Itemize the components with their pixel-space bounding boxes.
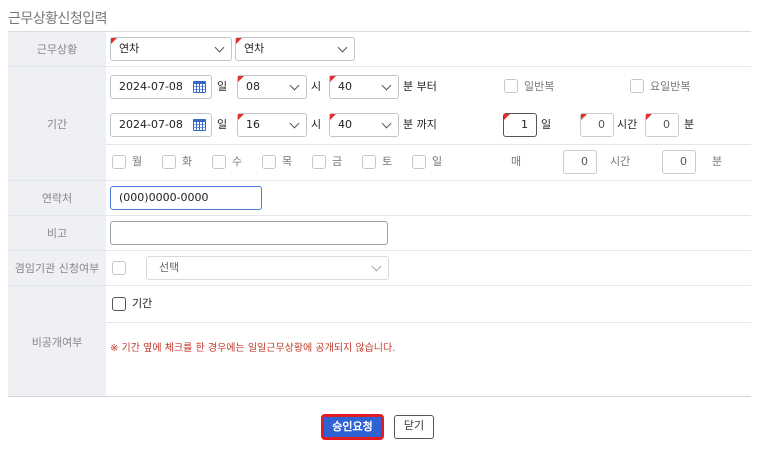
work-status-label: 근무상황 <box>8 32 106 66</box>
every-hours-input[interactable]: 0 <box>563 150 597 174</box>
start-hour-select[interactable]: 08 <box>237 75 307 99</box>
calendar-icon[interactable] <box>193 119 206 131</box>
daily-repeat-checkbox[interactable] <box>504 79 518 93</box>
every-label: 매 <box>511 155 522 168</box>
work-status-row: 근무상황 연차 연차 <box>8 32 751 67</box>
form-bottom-line <box>8 396 751 397</box>
weekday-label-tue: 화 <box>182 155 193 168</box>
total-days-input[interactable]: 1 <box>503 113 537 137</box>
end-minute-value: 40 <box>338 118 352 131</box>
calendar-icon[interactable] <box>193 81 206 93</box>
weekday-checkbox-sun[interactable] <box>412 155 426 169</box>
weekday-checkbox-fri[interactable] <box>312 155 326 169</box>
concurrent-select-value: 선택 <box>159 261 180 274</box>
chevron-down-icon <box>289 80 300 91</box>
work-status-form: 근무상황 연차 연차 기간 2024-07-08 일 08 시 40 분 부터 … <box>8 31 751 397</box>
period-divider <box>106 144 751 145</box>
period-label: 기간 <box>8 67 106 180</box>
start-date-value: 2024-07-08 <box>119 80 183 93</box>
concurrent-select[interactable]: 선택 <box>146 256 389 280</box>
weekday-label-thu: 목 <box>282 155 293 168</box>
total-minutes-unit: 분 <box>684 118 695 131</box>
daily-repeat-label: 일반복 <box>524 80 555 93</box>
end-minute-suffix: 분 까지 <box>403 118 437 131</box>
weekday-label-mon: 월 <box>132 155 143 168</box>
weekday-checkbox-mon[interactable] <box>112 155 126 169</box>
every-minutes-unit: 분 <box>712 155 723 168</box>
remark-row: 비고 <box>8 216 751 251</box>
end-day-unit: 일 <box>217 118 228 131</box>
private-notice: ※ 기간 옆에 체크를 한 경우에는 일일근무상황에 공개되지 않습니다. <box>110 343 396 354</box>
weekday-label-sun: 일 <box>432 155 443 168</box>
start-date-input[interactable]: 2024-07-08 <box>110 75 212 99</box>
private-period-checkbox[interactable] <box>112 297 126 311</box>
start-minute-value: 40 <box>338 80 352 93</box>
weekday-repeat-checkbox[interactable] <box>630 79 644 93</box>
work-status-detail-value: 연차 <box>244 42 265 55</box>
end-minute-select[interactable]: 40 <box>329 113 399 137</box>
contact-row: 연락처 (000)0000-0000 <box>8 181 751 216</box>
chevron-down-icon <box>289 118 300 129</box>
end-hour-unit: 시 <box>311 118 322 131</box>
start-hour-unit: 시 <box>311 80 322 93</box>
end-date-value: 2024-07-08 <box>119 118 183 131</box>
every-minutes-input[interactable]: 0 <box>662 150 696 174</box>
chevron-down-icon <box>381 80 392 91</box>
start-day-unit: 일 <box>217 80 228 93</box>
weekday-checkbox-tue[interactable] <box>162 155 176 169</box>
weekday-label-fri: 금 <box>332 155 343 168</box>
weekday-repeat-label: 요일반복 <box>650 80 691 93</box>
concurrent-row: 겸임기관 신청여부 선택 <box>8 251 751 286</box>
end-date-input[interactable]: 2024-07-08 <box>110 113 212 137</box>
chevron-down-icon <box>337 42 348 53</box>
contact-input[interactable]: (000)0000-0000 <box>110 186 262 210</box>
remark-label: 비고 <box>8 216 106 250</box>
total-minutes-input[interactable]: 0 <box>645 113 679 137</box>
private-label: 비공개여부 <box>8 286 106 397</box>
start-minute-suffix: 분 부터 <box>403 80 437 93</box>
work-status-type-select[interactable]: 연차 <box>110 37 232 61</box>
total-days-unit: 일 <box>541 118 552 131</box>
total-hours-unit: 시간 <box>617 118 638 131</box>
period-row: 기간 2024-07-08 일 08 시 40 분 부터 일반복 요일반복 20… <box>8 67 751 181</box>
end-hour-select[interactable]: 16 <box>237 113 307 137</box>
weekday-checkbox-wed[interactable] <box>212 155 226 169</box>
every-hours-unit: 시간 <box>610 155 631 168</box>
work-status-detail-select[interactable]: 연차 <box>235 37 355 61</box>
weekday-checkbox-thu[interactable] <box>262 155 276 169</box>
contact-label: 연락처 <box>8 181 106 215</box>
close-button[interactable]: 닫기 <box>394 415 434 439</box>
work-status-type-value: 연차 <box>119 42 140 55</box>
private-row: 비공개여부 기간 ※ 기간 옆에 체크를 한 경우에는 일일근무상황에 공개되지… <box>8 286 751 397</box>
total-hours-input[interactable]: 0 <box>580 113 614 137</box>
start-minute-select[interactable]: 40 <box>329 75 399 99</box>
weekday-label-sat: 토 <box>382 155 393 168</box>
page-title: 근무상황신청입력 <box>8 11 108 27</box>
concurrent-checkbox[interactable] <box>112 261 126 275</box>
weekday-checkbox-sat[interactable] <box>362 155 376 169</box>
chevron-down-icon <box>381 118 392 129</box>
approve-request-button[interactable]: 승인요청 <box>322 415 383 439</box>
private-divider <box>106 322 751 323</box>
weekday-label-wed: 수 <box>232 155 243 168</box>
end-hour-value: 16 <box>246 118 260 131</box>
start-hour-value: 08 <box>246 80 260 93</box>
chevron-down-icon <box>371 261 382 272</box>
remark-input[interactable] <box>110 221 388 245</box>
chevron-down-icon <box>214 42 225 53</box>
concurrent-label: 겸임기관 신청여부 <box>8 251 106 285</box>
private-period-label: 기간 <box>132 297 153 310</box>
